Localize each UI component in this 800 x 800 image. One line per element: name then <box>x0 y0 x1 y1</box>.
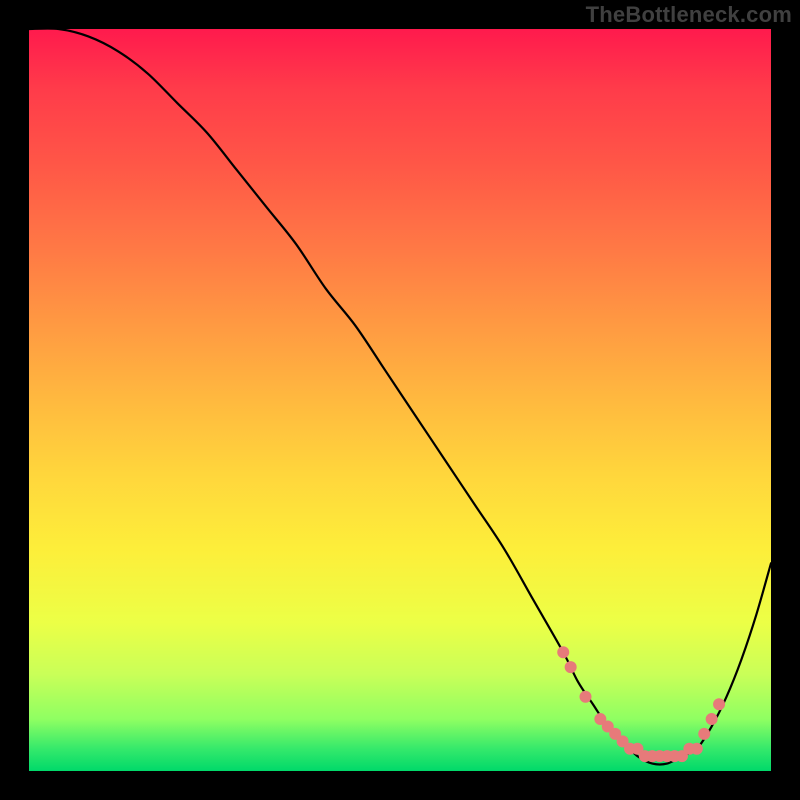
curve-svg <box>29 29 771 771</box>
watermark-text: TheBottleneck.com <box>586 2 792 28</box>
plot-area <box>29 29 771 771</box>
curve-marker <box>691 743 703 755</box>
bottleneck-curve <box>29 29 771 765</box>
curve-marker <box>565 661 577 673</box>
curve-marker <box>706 713 718 725</box>
curve-marker <box>698 728 710 740</box>
marker-group <box>557 646 725 762</box>
curve-marker <box>580 691 592 703</box>
curve-marker <box>557 646 569 658</box>
curve-marker <box>713 698 725 710</box>
chart-frame: TheBottleneck.com <box>0 0 800 800</box>
